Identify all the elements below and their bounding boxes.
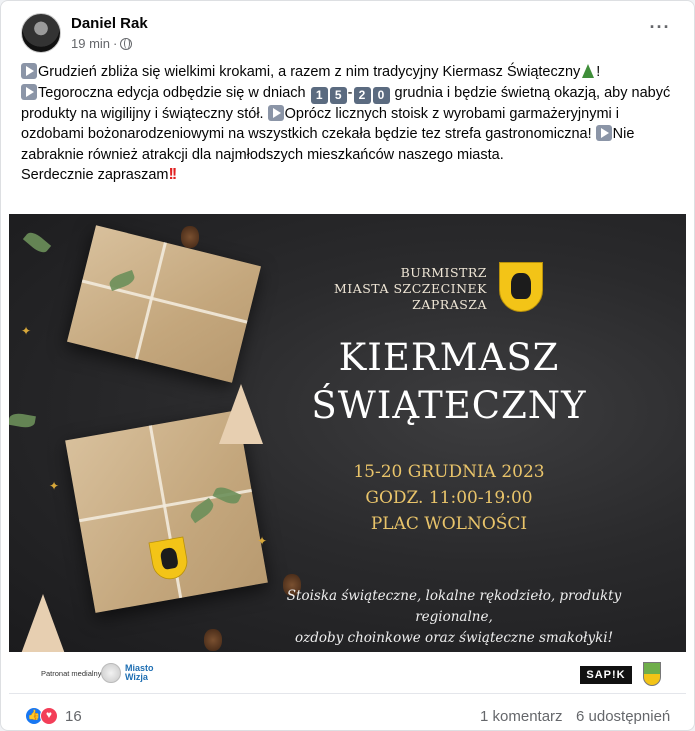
double-exclamation-icon: !! [168, 166, 178, 184]
star-icon: ✦ [257, 534, 268, 548]
post-time[interactable]: 19 min [71, 36, 110, 51]
post-header: Daniel Rak 19 min · ··· [17, 11, 680, 55]
poster-dates: 15-20 grudnia 2023 [353, 462, 545, 482]
keycap-digit-icon: 2 [353, 86, 371, 104]
sponsor-strip: Patronat medialny Miasto Wizja SAP!K [9, 652, 686, 694]
post-text: Grudzień zbliża się wielkimi krokami, a … [21, 62, 681, 186]
reactions-summary[interactable]: 👍 ♥ [25, 707, 63, 725]
poster-host-line-1: Burmistrz [400, 265, 487, 280]
gift-box-icon [67, 225, 261, 383]
poster-title-line-2: Świąteczny [311, 384, 587, 427]
poster-details: 15-20 grudnia 2023 godz. 11:00-19:00 Pla… [309, 459, 589, 537]
post-footer: 👍 ♥ 16 1 komentarz 6 udostępnień [1, 698, 694, 730]
poster-host-line-3: zaprasza [412, 297, 487, 312]
post-image[interactable]: ✦ ✦ ✦ Burmistrz Miasta Szczecinek zapras… [9, 214, 686, 652]
globe-icon[interactable] [120, 37, 133, 50]
poster-title-line-1: Kiermasz [338, 336, 560, 379]
miasto-wizja-text: Miasto Wizja [125, 664, 154, 682]
play-icon [21, 63, 37, 79]
shares-count[interactable]: 6 udostępnień [576, 708, 670, 725]
play-icon [595, 125, 612, 142]
pine-cone-icon [181, 226, 199, 248]
keycap-digit-icon: 1 [310, 86, 328, 104]
more-options-button[interactable]: ··· [648, 18, 672, 41]
facebook-post: Daniel Rak 19 min · ··· Grudzień zbliża … [0, 0, 695, 731]
reaction-count[interactable]: 16 [65, 708, 82, 725]
poster-place: Plac Wolności [370, 514, 528, 534]
star-icon: ✦ [21, 324, 32, 338]
poster-tagline: Stoiska świąteczne, lokalne rękodzieło, … [254, 586, 654, 649]
play-icon [267, 104, 284, 121]
date-dash: - [347, 84, 353, 101]
author-name[interactable]: Daniel Rak [71, 15, 148, 32]
leaf-icon [9, 411, 36, 430]
poster-tagline-line-2: ozdoby choinkowe oraz świąteczne smakoły… [294, 630, 614, 646]
wooden-tree-icon [219, 384, 263, 444]
meta-separator: · [113, 36, 118, 51]
coat-of-arms-icon [148, 536, 191, 582]
post-closing: Serdecznie zapraszam [21, 167, 169, 184]
media-patron-label: Patronat medialny [41, 669, 102, 678]
miasto-wizja-logo: Miasto Wizja [101, 660, 165, 686]
keycap-digit-icon: 5 [329, 86, 347, 104]
keycap-digit-icon: 0 [372, 86, 390, 104]
poster-tagline-line-1: Stoiska świąteczne, lokalne rękodzieło, … [286, 588, 622, 625]
post-paragraph-2a: Tegoroczna edycja odbędzie się w dniach [38, 84, 310, 101]
logo-word-wizja: Wizja [125, 672, 148, 682]
sapik-logo: SAP!K [580, 666, 632, 684]
wooden-tree-icon [21, 594, 65, 652]
szczecinek-crest-icon [643, 662, 661, 686]
pine-cone-icon [204, 629, 222, 651]
poster-host: Burmistrz Miasta Szczecinek zaprasza [327, 265, 487, 313]
poster-hours: godz. 11:00-19:00 [365, 488, 533, 508]
post-meta: 19 min · [71, 36, 133, 51]
christmas-tree-icon [582, 64, 595, 78]
comments-count[interactable]: 1 komentarz [480, 708, 563, 725]
play-icon [21, 83, 37, 100]
avatar[interactable] [21, 13, 61, 53]
leaf-icon [22, 229, 52, 256]
star-icon: ✦ [49, 479, 60, 493]
poster-title: Kiermasz Świąteczny [299, 334, 599, 430]
post-paragraph-1-end: ! [596, 64, 601, 80]
love-reaction-icon: ♥ [40, 707, 58, 725]
logo-circle-icon [101, 663, 121, 683]
poster-host-line-2: Miasta Szczecinek [333, 281, 487, 296]
coat-of-arms-icon [499, 262, 543, 312]
post-paragraph-1: Grudzień zbliża się wielkimi krokami, a … [38, 64, 581, 80]
